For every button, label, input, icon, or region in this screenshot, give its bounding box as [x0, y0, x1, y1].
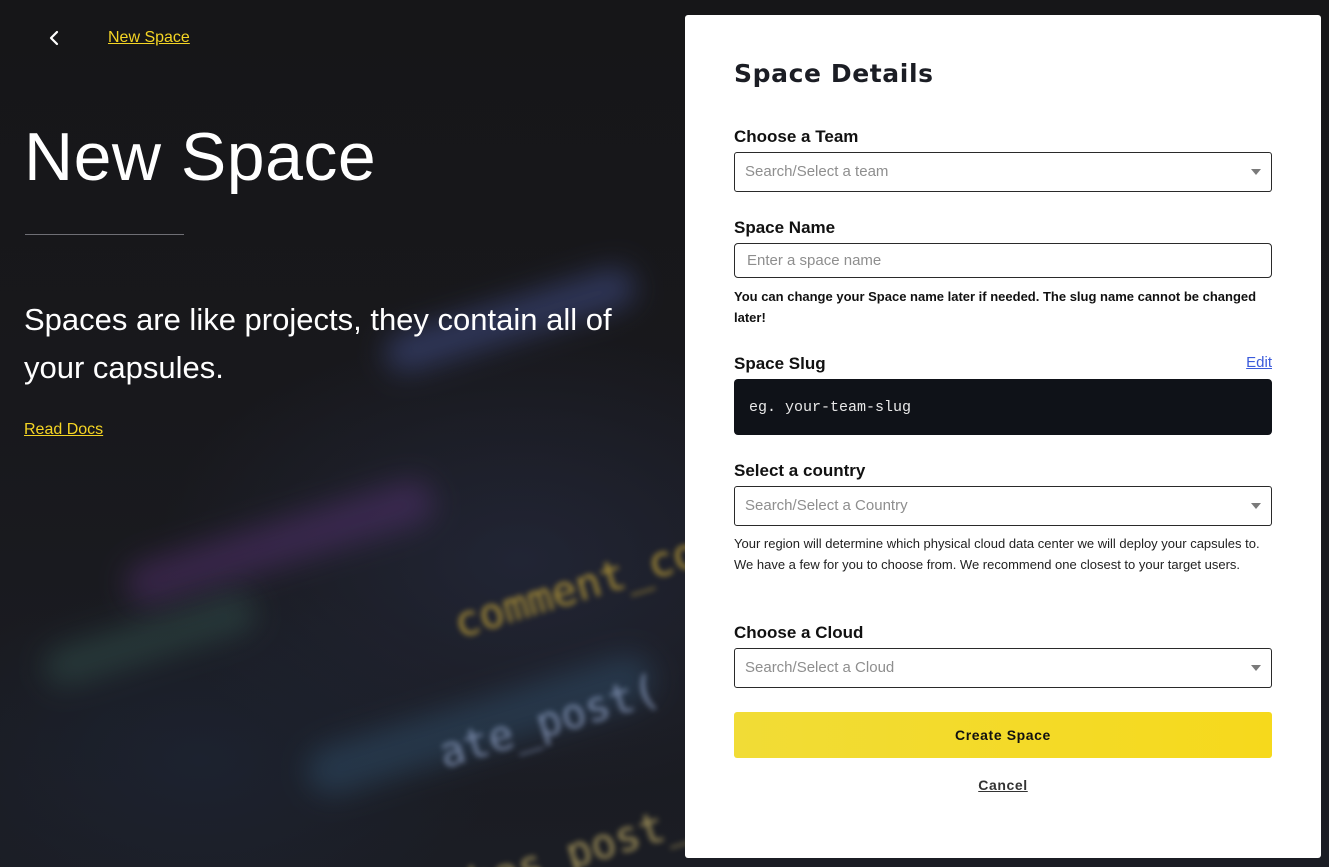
space-name-hint: You can change your Space name later if … — [734, 289, 1257, 325]
space-slug-label: Space Slug — [734, 354, 826, 373]
hero-description: Spaces are like projects, they contain a… — [24, 302, 612, 385]
space-name-label: Space Name — [734, 218, 836, 237]
cloud-select[interactable]: Search/Select a Cloud — [734, 648, 1272, 688]
cancel-button[interactable]: Cancel — [978, 777, 1028, 793]
team-label: Choose a Team — [734, 127, 859, 146]
cancel-link: Cancel — [734, 777, 1272, 793]
create-space-button[interactable]: Create Space — [734, 712, 1272, 758]
background-blur-shape — [120, 474, 440, 612]
caret-down-icon — [1251, 503, 1261, 509]
team-select[interactable]: Search/Select a team — [734, 152, 1272, 192]
caret-down-icon — [1251, 665, 1261, 671]
country-select[interactable]: Search/Select a Country — [734, 486, 1272, 526]
cloud-label: Choose a Cloud — [734, 623, 864, 642]
page-title: New Space — [24, 119, 377, 195]
background-code-line: has_post_ — [462, 794, 695, 867]
space-details-card: Space Details Choose a Team Search/Selec… — [685, 15, 1321, 858]
space-slug-placeholder: eg. your-team-slug — [749, 398, 912, 416]
breadcrumb-link[interactable]: New Space — [108, 29, 190, 47]
cloud-select-placeholder: Search/Select a Cloud — [745, 659, 895, 676]
region-hint: Your region will determine which physica… — [734, 536, 1260, 572]
space-name-input[interactable] — [734, 243, 1272, 278]
country-select-placeholder: Search/Select a Country — [745, 497, 908, 514]
edit-slug-link[interactable]: Edit — [1246, 354, 1272, 371]
chevron-left-icon — [49, 30, 59, 46]
back-button[interactable] — [42, 26, 66, 50]
card-title: Space Details — [734, 59, 934, 88]
country-label: Select a country — [734, 461, 866, 480]
read-docs-link[interactable]: Read Docs — [24, 421, 103, 439]
hero-divider — [25, 234, 184, 235]
team-select-placeholder: Search/Select a team — [745, 163, 889, 180]
space-slug-field[interactable]: eg. your-team-slug — [734, 379, 1272, 435]
caret-down-icon — [1251, 169, 1261, 175]
